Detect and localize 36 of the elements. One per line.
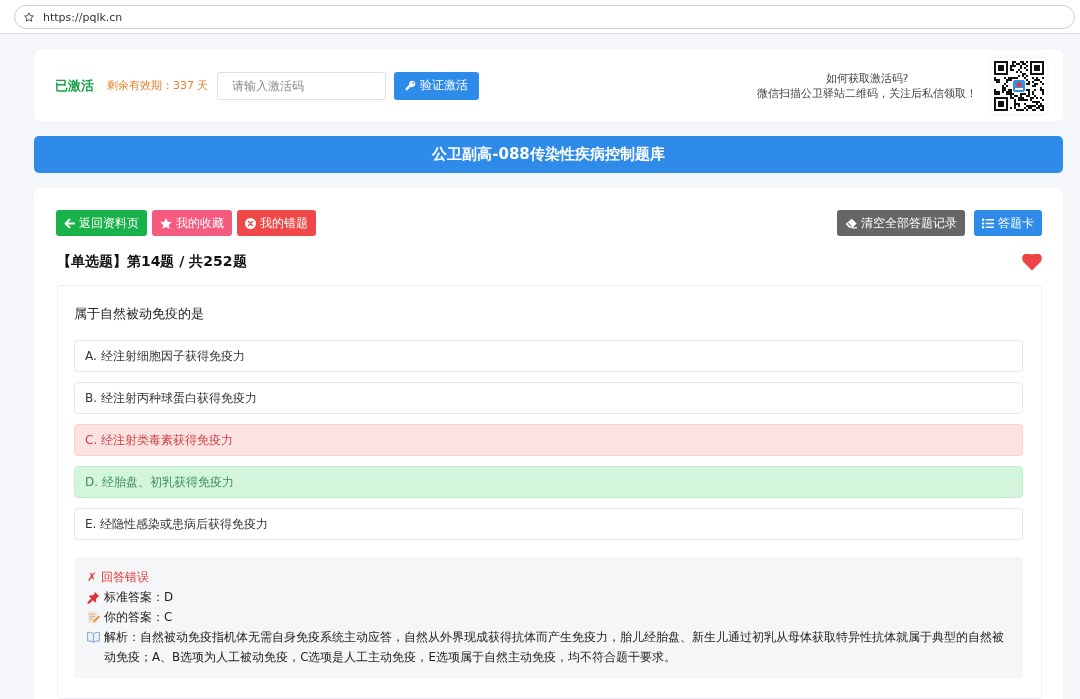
standard-answer-text: 标准答案：D [104, 589, 174, 606]
qr-code [991, 57, 1047, 114]
back-button[interactable]: 返回资料页 [56, 210, 147, 236]
activation-code-field[interactable]: 请输入激活码 [216, 71, 386, 100]
close-circle-icon [245, 217, 256, 229]
open-book-icon [87, 631, 100, 643]
heart-icon[interactable] [1022, 253, 1042, 271]
answer-option[interactable]: D. 经胎盘、初乳获得免疫力 [74, 466, 1023, 498]
answer-option[interactable]: C. 经注射类毒素获得免疫力 [74, 424, 1023, 456]
favorites-button[interactable]: 我的收藏 [152, 210, 232, 236]
memo-pencil-icon [87, 611, 100, 624]
help-text: 微信扫描公卫驿站二维码，关注后私信领取！ [757, 85, 977, 101]
your-answer-text: 你的答案：C [104, 609, 173, 626]
answer-option[interactable]: B. 经注射丙种球蛋白获得免疫力 [74, 382, 1023, 414]
answer-sheet-button[interactable]: 答题卡 [974, 210, 1042, 236]
clear-records-button[interactable]: 清空全部答题记录 [837, 210, 965, 236]
help-text: 如何获取激活码? [825, 70, 909, 86]
eraser-icon [845, 217, 857, 229]
key-icon [404, 80, 416, 91]
analysis-text: 解析：自然被动免疫指机体无需自身免疫系统主动应答，自然从外界现成获得抗体而产生免疫力，胎儿经胎盘、新生儿通过初乳从母体获取特异性抗体就属于典型的自然被动免疫；A、B选项为人工被动免疫，C选项是人工主动免疫，E选项属于自然主动免疫，均不符合题干要求。 [104, 629, 1005, 666]
activation-status: 已激活 [55, 76, 94, 95]
question-text: 属于自然被动免疫的是 [74, 305, 205, 323]
mistakes-button[interactable]: 我的错题 [237, 210, 316, 236]
star-icon [160, 217, 172, 229]
answer-option[interactable]: E. 经隐性感染或患病后获得免疫力 [74, 508, 1023, 540]
arrow-left-icon [64, 217, 75, 229]
validity-text: 剩余有效期：337 天 [107, 78, 209, 93]
verdict-text: ✗ 回答错误 [87, 569, 149, 586]
question-heading: 【单选题】第14题 / 共252题 [57, 253, 247, 271]
title-bar: 公卫副高-088传染性疾病控制题库 [34, 136, 1063, 173]
star-icon[interactable] [24, 12, 34, 22]
list-icon [982, 217, 994, 229]
pushpin-icon [87, 591, 100, 604]
address-bar[interactable]: https://pqlk.cn [14, 5, 1075, 29]
answer-option[interactable]: A. 经注射细胞因子获得免疫力 [74, 340, 1023, 372]
verify-button[interactable]: 验证激活 [393, 71, 479, 100]
